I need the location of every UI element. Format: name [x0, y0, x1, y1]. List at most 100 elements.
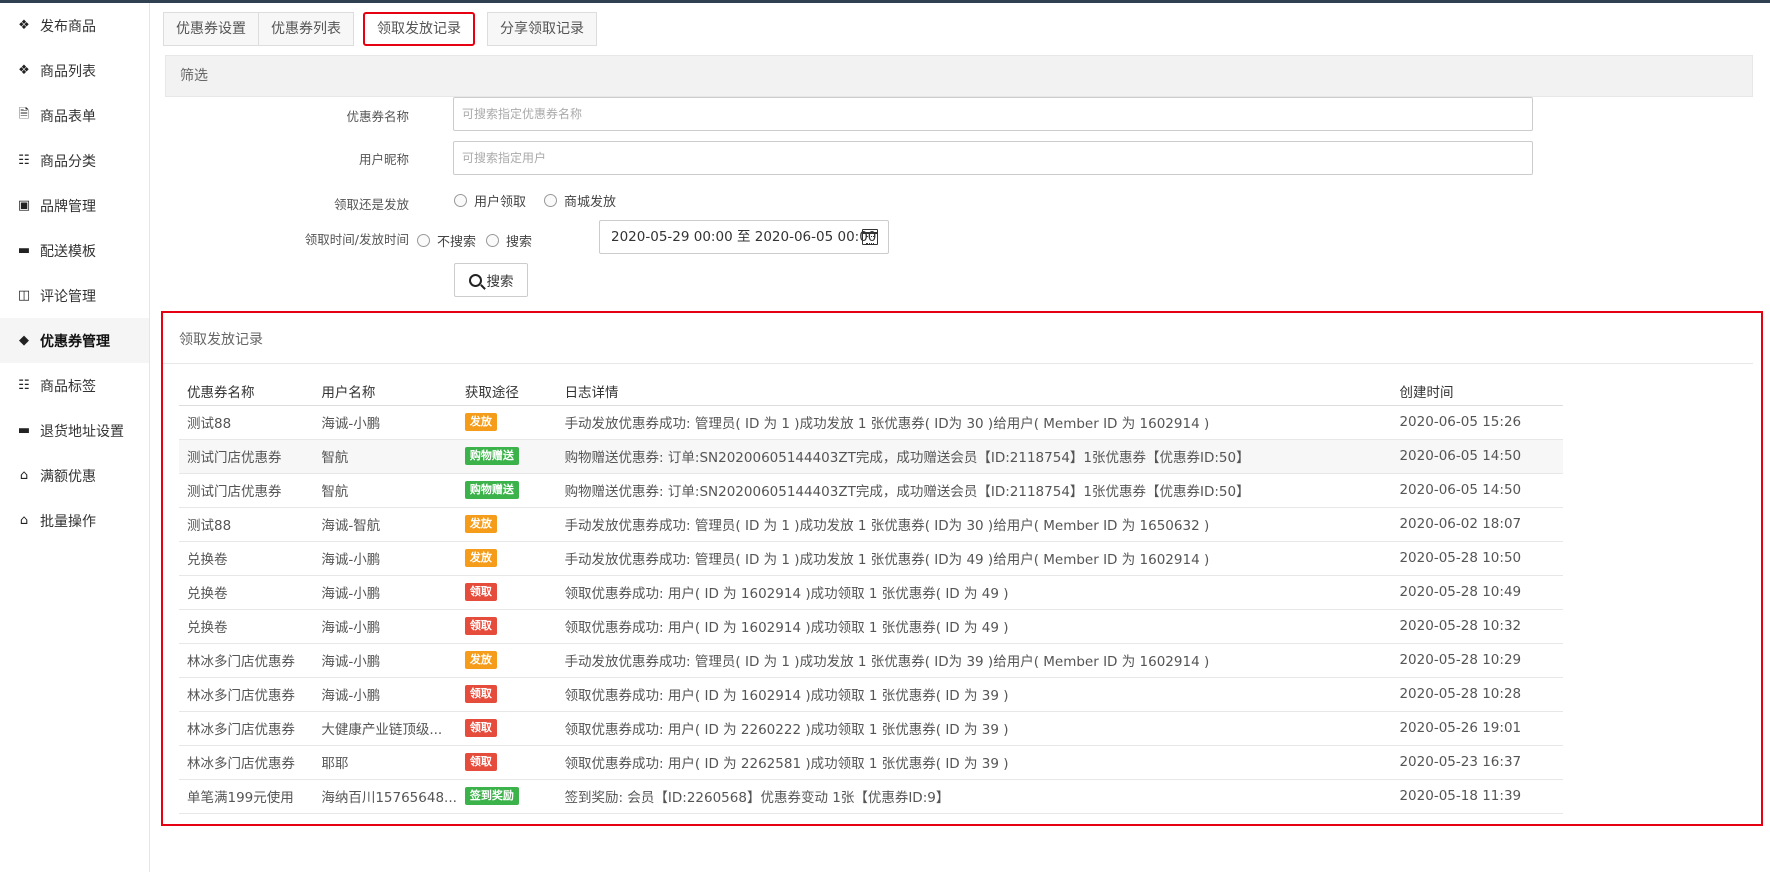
- column-header[interactable]: 获取途径: [456, 377, 557, 406]
- sidebar-item[interactable]: ❖ 发布商品: [0, 3, 149, 48]
- sidebar-item[interactable]: ◆ 优惠券管理: [0, 318, 149, 363]
- sidebar: ❖ 发布商品 ❖ 商品列表 🗎 商品表单 ☷ 商品分类 ▣ 品牌管理 ▬ 配送模板 ◫ 评论管理 ◆ 优惠券管…: [0, 3, 150, 872]
- truck-icon: ▬: [17, 423, 31, 438]
- detail-cell: 领取优惠券成功: 用户( ID 为 1602914 )成功领取 1 张优惠券( …: [556, 609, 1392, 644]
- channel-cell: 领取: [456, 711, 557, 746]
- table-row: 林冰多门店优惠券 耶耶 领取 领取优惠券成功: 用户( ID 为 2262581 )成…: [179, 745, 1563, 780]
- channel-badge: 发放: [464, 413, 497, 431]
- sidebar-item[interactable]: ⌂ 满额优惠: [0, 453, 149, 498]
- channel-cell: 签到奖励: [456, 779, 557, 814]
- time-cell: 2020-05-28 10:50: [1391, 541, 1563, 576]
- channel-cell: 购物赠送: [456, 439, 557, 474]
- sitemap-icon: ☷: [18, 378, 30, 393]
- user-cell: 海诚-小鹏: [313, 643, 457, 678]
- tab[interactable]: 优惠券设置: [163, 12, 259, 46]
- user-cell: 海诚-小鹏: [313, 677, 457, 712]
- coupon-cell: 兑换卷: [179, 609, 314, 644]
- channel-badge: 领取: [464, 617, 497, 635]
- user-cell: 海诚-小鹏: [313, 575, 457, 610]
- calendar-icon: [862, 229, 878, 245]
- column-header[interactable]: 日志详情: [556, 377, 1392, 406]
- sidebar-item-label: 商品标签: [40, 378, 96, 395]
- sidebar-item-label: 发布商品: [40, 18, 96, 35]
- channel-badge: 领取: [464, 583, 497, 601]
- sidebar-item[interactable]: 🗎 商品表单: [0, 93, 149, 138]
- coupon-name-label: 优惠券名称: [346, 109, 409, 124]
- column-header[interactable]: 优惠券名称: [179, 377, 314, 406]
- filter-heading: 筛选: [165, 55, 1753, 97]
- channel-badge: 购物赠送: [464, 447, 519, 465]
- channel-cell: 购物赠送: [456, 473, 557, 508]
- time-cell: 2020-06-05 15:26: [1391, 405, 1563, 440]
- tab-bar: 优惠券设置 优惠券列表 领取发放记录 分享领取记录: [163, 12, 597, 46]
- channel-cell: 领取: [456, 575, 557, 610]
- table-row: 林冰多门店优惠券 海诚-小鹏 领取 领取优惠券成功: 用户( ID 为 1602914…: [179, 677, 1563, 712]
- sidebar-item-label: 满额优惠: [40, 468, 96, 485]
- source-user-claim-radio[interactable]: 用户领取: [454, 191, 526, 210]
- coupon-cell: 兑换卷: [179, 541, 314, 576]
- columns-icon: ◫: [17, 288, 31, 303]
- records-table: 优惠券名称 用户名称 获取途径 日志详情 创建时间 测试88 海诚-小鹏 发放 手动发放优惠券…: [179, 377, 1563, 814]
- records-title: 领取发放记录: [179, 332, 263, 348]
- sidebar-item[interactable]: ⌂ 批量操作: [0, 498, 149, 543]
- coupon-cell: 测试门店优惠券: [179, 473, 314, 508]
- time-no-search-radio[interactable]: 不搜索: [417, 231, 476, 250]
- sidebar-item-label: 优惠券管理: [40, 333, 110, 350]
- time-cell: 2020-05-26 19:01: [1391, 711, 1563, 746]
- user-cell: 海诚-小鹏: [313, 541, 457, 576]
- sidebar-item[interactable]: ▣ 品牌管理: [0, 183, 149, 228]
- radio-dot-icon: [544, 194, 558, 207]
- sidebar-item[interactable]: ▬ 配送模板: [0, 228, 149, 273]
- time-cell: 2020-06-02 18:07: [1391, 507, 1563, 542]
- tab[interactable]: 优惠券列表: [258, 12, 354, 46]
- search-icon: [468, 273, 482, 287]
- radio-dot-icon: [417, 234, 430, 247]
- time-cell: 2020-05-28 10:49: [1391, 575, 1563, 610]
- coupon-name-input[interactable]: [453, 97, 1533, 131]
- user-cell: 海诚-智航: [313, 507, 457, 542]
- sidebar-item[interactable]: ☷ 商品标签: [0, 363, 149, 408]
- sidebar-item[interactable]: ☷ 商品分类: [0, 138, 149, 183]
- detail-cell: 手动发放优惠券成功: 管理员( ID 为 1 )成功发放 1 张优惠券( ID为…: [556, 541, 1392, 576]
- table-row: 兑换卷 海诚-小鹏 领取 领取优惠券成功: 用户( ID 为 1602914 )成功领…: [179, 575, 1563, 610]
- nickname-input[interactable]: [453, 141, 1533, 175]
- time-search-radio[interactable]: 搜索: [486, 231, 532, 250]
- sidebar-item-label: 评论管理: [40, 288, 96, 305]
- table-row: 测试88 海诚-智航 发放 手动发放优惠券成功: 管理员( ID 为 1 )成功发放 …: [179, 507, 1563, 542]
- sidebar-item[interactable]: ❖ 商品列表: [0, 48, 149, 93]
- tab[interactable]: 领取发放记录: [363, 12, 475, 46]
- source-mall-issue-radio[interactable]: 商城发放: [544, 191, 616, 210]
- sidebar-item[interactable]: ◫ 评论管理: [0, 273, 149, 318]
- channel-badge: 发放: [464, 515, 497, 533]
- sidebar-item[interactable]: ▬ 退货地址设置: [0, 408, 149, 453]
- sidebar-item-label: 商品分类: [40, 153, 96, 170]
- detail-cell: 签到奖励: 会员【ID:2260568】优惠券变动 1张【优惠券ID:9】: [556, 779, 1392, 814]
- date-range-picker[interactable]: 2020-05-29 00:00 至 2020-06-05 00:00: [599, 220, 889, 254]
- tab[interactable]: 分享领取记录: [487, 12, 597, 46]
- coupon-cell: 兑换卷: [179, 575, 314, 610]
- sitemap-icon: ☷: [18, 153, 30, 168]
- truck-icon: ▬: [17, 243, 31, 258]
- channel-badge: 领取: [464, 719, 497, 737]
- nickname-label: 用户昵称: [358, 152, 409, 167]
- detail-cell: 领取优惠券成功: 用户( ID 为 2260222 )成功领取 1 张优惠券( …: [556, 711, 1392, 746]
- sidebar-item-label: 商品表单: [40, 108, 96, 125]
- coupon-cell: 单笔满199元使用: [179, 779, 314, 814]
- sidebar-item-label: 品牌管理: [40, 198, 96, 215]
- search-button[interactable]: 搜索: [454, 263, 528, 297]
- detail-cell: 手动发放优惠券成功: 管理员( ID 为 1 )成功发放 1 张优惠券( ID为…: [556, 507, 1392, 542]
- column-header[interactable]: 用户名称: [313, 377, 457, 406]
- sidebar-item-label: 配送模板: [40, 243, 96, 260]
- coupon-cell: 林冰多门店优惠券: [179, 745, 314, 780]
- column-header[interactable]: 创建时间: [1391, 377, 1563, 406]
- records-panel: 领取发放记录 优惠券名称 用户名称 获取途径 日志详情 创建时间 测试88 海诚-小鹏 发放…: [161, 311, 1763, 826]
- time-cell: 2020-05-28 10:28: [1391, 677, 1563, 712]
- coupon-cell: 测试门店优惠券: [179, 439, 314, 474]
- table-header: 优惠券名称 用户名称 获取途径 日志详情 创建时间: [179, 377, 1563, 406]
- channel-cell: 发放: [456, 507, 557, 542]
- table-row: 林冰多门店优惠券 海诚-小鹏 发放 手动发放优惠券成功: 管理员( ID 为 1 )成…: [179, 643, 1563, 678]
- time-cell: 2020-06-05 14:50: [1391, 439, 1563, 474]
- coupon-cell: 林冰多门店优惠券: [179, 677, 314, 712]
- coupon-cell: 林冰多门店优惠券: [179, 711, 314, 746]
- channel-badge: 发放: [464, 651, 497, 669]
